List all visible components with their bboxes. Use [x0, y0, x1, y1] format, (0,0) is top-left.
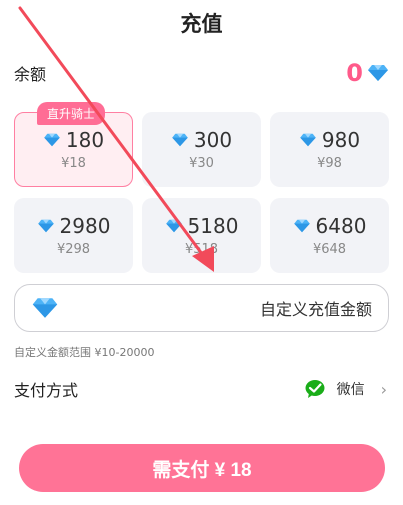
package-card-180[interactable]: 直升骑士 180 ¥18: [14, 102, 133, 187]
package-card-6480[interactable]: 6480 ¥648: [270, 198, 389, 273]
package-amount: 2980: [37, 214, 111, 238]
diamond-icon: [293, 219, 310, 233]
package-card-5180[interactable]: 5180 ¥518: [142, 198, 261, 273]
package-price: ¥298: [56, 242, 91, 257]
balance-display: 0: [346, 59, 389, 87]
diamond-icon: [300, 133, 316, 147]
chevron-right-icon: ›: [380, 379, 387, 399]
package-amount-value: 2980: [59, 214, 111, 238]
package-card-300[interactable]: 300 ¥30: [142, 112, 261, 187]
package-price: ¥30: [189, 156, 214, 171]
package-amount-value: 300: [193, 128, 233, 152]
wechat-icon: [305, 380, 325, 398]
balance-row: 余额 0: [14, 58, 389, 88]
payment-method-label: 支付方式: [14, 381, 79, 400]
pay-button[interactable]: 需支付 ¥ 18: [19, 444, 385, 492]
package-amount-value: 180: [65, 128, 105, 152]
package-price: ¥98: [317, 156, 342, 171]
package-amount: 300: [171, 128, 232, 152]
package-amount: 980: [299, 128, 360, 152]
custom-amount-input[interactable]: 自定义充值金额: [14, 284, 389, 332]
diamond-icon: [172, 133, 188, 147]
package-amount-value: 980: [321, 128, 361, 152]
diamond-icon: [32, 298, 58, 318]
diamond-icon: [37, 219, 54, 233]
package-badge: 直升骑士: [37, 102, 106, 125]
package-price: ¥648: [312, 242, 347, 257]
payment-method-value: 微信: [336, 382, 365, 398]
page-title: 充值: [180, 12, 223, 36]
payment-method-row[interactable]: 支付方式 微信 ›: [14, 372, 387, 406]
package-amount: 5180: [165, 214, 239, 238]
package-card-2980[interactable]: 2980 ¥298: [14, 198, 133, 273]
package-amount-value: 6480: [315, 214, 367, 238]
balance-label: 余额: [14, 65, 47, 84]
diamond-icon: [368, 65, 388, 81]
package-price: ¥18: [61, 156, 86, 171]
package-amount-value: 5180: [187, 214, 239, 238]
custom-amount-placeholder: 自定义充值金额: [259, 300, 372, 319]
diamond-icon: [44, 133, 60, 147]
custom-range-hint: 自定义金额范围 ¥10-20000: [14, 346, 155, 359]
package-amount: 6480: [293, 214, 367, 238]
balance-value: 0: [346, 59, 363, 87]
package-price: ¥518: [184, 242, 219, 257]
package-card-980[interactable]: 980 ¥98: [270, 112, 389, 187]
payment-method-selector[interactable]: 微信 ›: [305, 379, 387, 399]
diamond-icon: [165, 219, 182, 233]
package-amount: 180: [43, 128, 104, 152]
